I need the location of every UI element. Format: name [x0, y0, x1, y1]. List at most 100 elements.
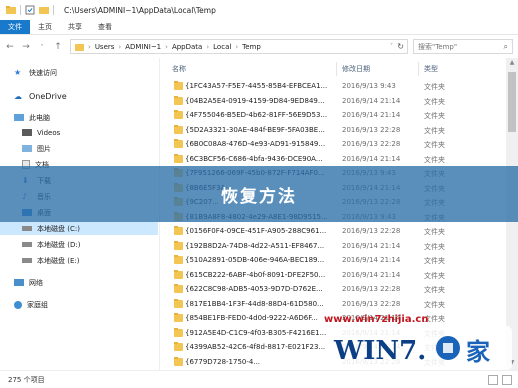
- ribbon-tabs: 文件 主页 共享 查看: [0, 20, 518, 35]
- search-input[interactable]: [418, 42, 496, 51]
- file-date: 2016/9/14 21:14: [342, 96, 401, 105]
- scroll-up-icon[interactable]: ▲: [506, 59, 518, 69]
- sidebar-item-onedrive[interactable]: ☁ OneDrive: [0, 90, 158, 103]
- file-date: 2016/9/13 9:43: [342, 82, 396, 90]
- video-icon: [22, 129, 32, 136]
- file-name: {4F755046-B5ED-4b62-81FF-56E9D53...: [185, 111, 328, 119]
- folder-icon: [174, 110, 183, 119]
- file-name: {622C8C98-ADB5-4053-9D7D-D762E...: [185, 285, 323, 293]
- file-name: {912A5E4D-C1C9-4f03-B305-F4216E1...: [185, 328, 327, 337]
- folder-icon: [174, 240, 183, 250]
- column-divider[interactable]: [336, 62, 337, 76]
- sidebar-item-homegroup[interactable]: 家庭组: [0, 298, 158, 311]
- file-name: {1FC43A57-F5E7-4455-85B4-EFBCEA1...: [185, 82, 328, 90]
- sidebar-item-label: 此电脑: [29, 113, 50, 122]
- sidebar-item-drive-c[interactable]: 本地磁盘 (C:): [0, 222, 158, 235]
- file-date: 2016/9/13 22:28: [342, 299, 401, 308]
- file-date: 2016/9/14 21:14: [342, 111, 401, 119]
- breadcrumb-separator-icon: ›: [165, 42, 168, 51]
- address-bar[interactable]: › Users › ADMINI~1 › AppData › Local › T…: [70, 39, 408, 54]
- file-name: {4399AB52-42C6-4f8d-8817-E021F23...: [185, 343, 326, 351]
- folder-icon: [174, 284, 183, 293]
- file-name: {0156F0F4-09CE-451F-A905-288C961...: [185, 227, 327, 235]
- column-divider[interactable]: [418, 62, 419, 76]
- window-title: C:\Users\ADMINI~1\AppData\Local\Temp: [64, 5, 216, 15]
- recent-chevron-icon[interactable]: ˅: [36, 41, 48, 53]
- file-row[interactable]: {817E1BB4-1F3F-44d8-88D4-61D580... 2016/9…: [168, 298, 506, 311]
- banner-title: 恢复方法: [221, 186, 297, 207]
- svg-text:家: 家: [466, 338, 490, 366]
- forward-arrow-icon[interactable]: →: [20, 41, 32, 53]
- breadcrumb-users[interactable]: Users: [95, 43, 115, 51]
- breadcrumb-admin[interactable]: ADMINI~1: [125, 43, 161, 51]
- search-icon[interactable]: ⌕: [504, 42, 508, 52]
- sidebar-item-videos[interactable]: Videos: [0, 126, 158, 139]
- file-row[interactable]: {5D2A3321-30AE-484f-BE9F-5FA03BE... 2016/…: [168, 124, 506, 137]
- folder-icon: [174, 255, 183, 264]
- file-row[interactable]: {0156F0F4-09CE-451F-A905-288C961... 2016/…: [168, 225, 506, 238]
- back-arrow-icon[interactable]: ←: [4, 41, 16, 53]
- tab-share[interactable]: 共享: [60, 20, 90, 34]
- sidebar-item-drive-e[interactable]: 本地磁盘 (E:): [0, 254, 158, 267]
- navigation-bar: ← → ˅ ↑ › Users › ADMINI~1 › AppData › L…: [0, 36, 518, 58]
- column-header-date[interactable]: 修改日期: [342, 64, 370, 76]
- new-folder-icon[interactable]: [39, 5, 49, 15]
- folder-icon: [174, 356, 183, 366]
- file-row[interactable]: {6B0C08A8-476D-4e93-AD91-915849... 2016/9…: [168, 138, 506, 151]
- tab-file[interactable]: 文件: [0, 20, 30, 34]
- file-date: 2016/9/13 22:28: [342, 125, 401, 134]
- sidebar-item-label: 快速访问: [29, 68, 57, 77]
- folder-icon: [174, 298, 183, 308]
- file-row[interactable]: {510A2891-05DB-406e-946A-BEC189... 2016/9…: [168, 254, 506, 267]
- file-date: 2016/9/13 22:28: [342, 140, 401, 148]
- folder-icon: [174, 226, 183, 235]
- sidebar-item-network[interactable]: 网络: [0, 276, 158, 289]
- file-row[interactable]: {4F755046-B5ED-4b62-81FF-56E9D53... 2016/…: [168, 109, 506, 122]
- breadcrumb-local[interactable]: Local: [213, 43, 231, 51]
- file-type: 文件夹: [424, 228, 445, 236]
- file-row[interactable]: {192B8D2A-74D8-4d22-A511-EF8467... 2016/9…: [168, 240, 506, 253]
- file-type: 文件夹: [424, 271, 445, 280]
- tab-home[interactable]: 主页: [30, 20, 60, 34]
- scrollbar-thumb[interactable]: [508, 72, 516, 132]
- details-view-icon[interactable]: [488, 375, 498, 385]
- sidebar-item-pictures[interactable]: 图片: [0, 142, 158, 155]
- up-arrow-icon[interactable]: ↑: [52, 41, 64, 53]
- file-row[interactable]: {6C3BCF56-C686-4bfa-9436-DCE90A... 2016/9…: [168, 153, 506, 166]
- computer-icon: [14, 114, 24, 121]
- file-row[interactable]: {1FC43A57-F5E7-4455-85B4-EFBCEA1... 2016/…: [168, 80, 506, 93]
- refresh-icon[interactable]: ↻: [397, 42, 404, 51]
- search-box[interactable]: ⌕: [413, 39, 513, 54]
- item-count: 275 个项目: [8, 375, 45, 384]
- file-row[interactable]: {615CB222-6ABF-4b0f-8091-DFE2F50... 2016/…: [168, 269, 506, 282]
- file-name: {192B8D2A-74D8-4d22-A511-EF8467...: [185, 241, 325, 250]
- breadcrumb-temp[interactable]: Temp: [242, 43, 261, 51]
- file-type: 文件夹: [424, 286, 445, 294]
- title-separator: [20, 5, 21, 15]
- sidebar-item-drive-d[interactable]: 本地磁盘 (D:): [0, 238, 158, 251]
- file-row[interactable]: {622C8C98-ADB5-4053-9D7D-D762E... 2016/9/…: [168, 283, 506, 296]
- folder-icon: [174, 342, 183, 351]
- sidebar-item-quick-access[interactable]: ★ 快速访问: [0, 66, 158, 79]
- breadcrumb-appdata[interactable]: AppData: [172, 43, 202, 51]
- sidebar-item-this-pc[interactable]: 此电脑: [0, 111, 158, 124]
- column-header-type[interactable]: 类型: [424, 64, 438, 76]
- large-icons-view-icon[interactable]: [502, 375, 512, 385]
- folder-icon: [174, 81, 183, 90]
- folder-icon: [174, 95, 183, 105]
- win7-logo: WIN7. 家: [326, 326, 512, 370]
- file-name: {854BE1FB-FED0-4d0d-9222-A6D6F...: [185, 314, 318, 322]
- file-type: 文件夹: [424, 155, 445, 164]
- column-header-name[interactable]: 名称: [172, 64, 186, 76]
- folder-icon: [75, 43, 84, 51]
- properties-icon[interactable]: [25, 5, 35, 15]
- address-dropdown-icon[interactable]: ˅: [390, 43, 393, 50]
- drive-icon: [22, 242, 32, 247]
- tab-view[interactable]: 查看: [90, 20, 120, 34]
- file-type: 文件夹: [424, 242, 445, 251]
- file-type: 文件夹: [424, 97, 445, 106]
- file-row[interactable]: {04B2A5E4-0919-4159-9D84-9ED849... 2016/9…: [168, 95, 506, 108]
- file-name: {6C3BCF56-C686-4bfa-9436-DCE90A...: [185, 154, 323, 163]
- file-type: 文件夹: [424, 300, 445, 309]
- breadcrumb-separator-icon: ›: [235, 42, 239, 51]
